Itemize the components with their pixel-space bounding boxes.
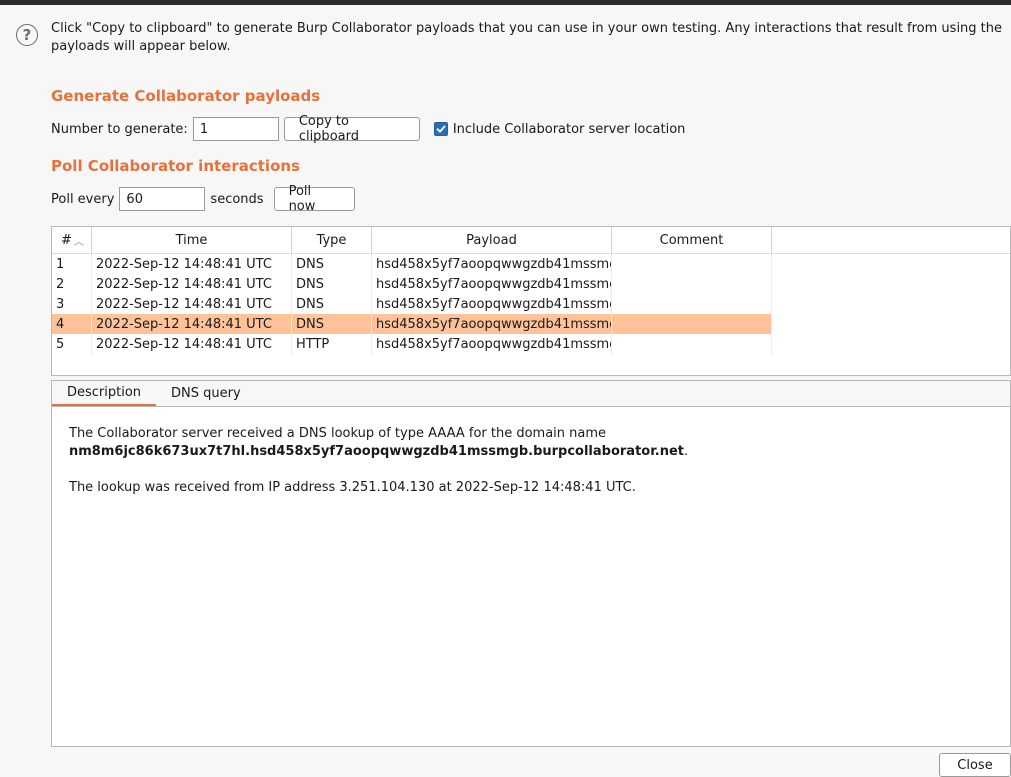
detail-tabs: Description DNS query: [51, 380, 1011, 407]
table-body: 1 2022-Sep-12 14:48:41 UTC DNS hsd458x5y…: [52, 254, 1010, 354]
cell-type: DNS: [292, 314, 372, 334]
cell-number: 2: [52, 274, 92, 294]
poll-row: Poll every 60 seconds Poll now: [51, 184, 355, 214]
number-to-generate-label: Number to generate:: [51, 121, 188, 137]
cell-comment[interactable]: [612, 274, 772, 294]
column-header-number-label: #: [61, 232, 72, 248]
cell-number: 3: [52, 294, 92, 314]
cell-payload: hsd458x5yf7aoopqwwgzdb41mssmgb: [372, 254, 612, 274]
description-line-1: The Collaborator server received a DNS l…: [69, 426, 607, 441]
interactions-table: # ︿ Time Type Payload Comment 1 2022-Sep…: [51, 226, 1011, 376]
column-header-payload[interactable]: Payload: [372, 227, 612, 253]
cell-comment[interactable]: [612, 254, 772, 274]
column-header-time[interactable]: Time: [92, 227, 292, 253]
window-top-bar: [0, 0, 1011, 5]
table-header: # ︿ Time Type Payload Comment: [52, 227, 1010, 254]
description-line-2: The lookup was received from IP address …: [69, 480, 636, 495]
cell-comment[interactable]: [612, 314, 772, 334]
checkmark-icon: [436, 125, 446, 133]
generate-heading: Generate Collaborator payloads: [51, 87, 321, 105]
cell-type: DNS: [292, 254, 372, 274]
cell-type: HTTP: [292, 334, 372, 354]
cell-payload: hsd458x5yf7aoopqwwgzdb41mssmgb: [372, 314, 612, 334]
cell-time: 2022-Sep-12 14:48:41 UTC: [92, 314, 292, 334]
column-header-comment[interactable]: Comment: [612, 227, 772, 253]
column-header-number[interactable]: # ︿: [52, 227, 92, 253]
cell-comment[interactable]: [612, 294, 772, 314]
poll-now-button[interactable]: Poll now: [273, 184, 355, 214]
cell-time: 2022-Sep-12 14:48:41 UTC: [92, 254, 292, 274]
table-row[interactable]: 4 2022-Sep-12 14:48:41 UTC DNS hsd458x5y…: [52, 314, 772, 334]
generate-row: Number to generate: 1 Copy to clipboard …: [51, 114, 686, 144]
cell-number: 1: [52, 254, 92, 274]
close-button[interactable]: Close: [939, 753, 1011, 777]
intro-text: Click "Copy to clipboard" to generate Bu…: [51, 21, 1003, 54]
cell-time: 2022-Sep-12 14:48:41 UTC: [92, 274, 292, 294]
cell-payload: hsd458x5yf7aoopqwwgzdb41mssmgb: [372, 334, 612, 354]
table-row[interactable]: 2 2022-Sep-12 14:48:41 UTC DNS hsd458x5y…: [52, 274, 772, 294]
sort-ascending-icon: ︿: [74, 237, 84, 248]
copy-to-clipboard-button[interactable]: Copy to clipboard: [283, 114, 420, 144]
table-row[interactable]: 1 2022-Sep-12 14:48:41 UTC DNS hsd458x5y…: [52, 254, 772, 274]
cell-time: 2022-Sep-12 14:48:41 UTC: [92, 294, 292, 314]
cell-type: DNS: [292, 294, 372, 314]
cell-number: 4: [52, 314, 92, 334]
cell-type: DNS: [292, 274, 372, 294]
table-row[interactable]: 3 2022-Sep-12 14:48:41 UTC DNS hsd458x5y…: [52, 294, 772, 314]
cell-time: 2022-Sep-12 14:48:41 UTC: [92, 334, 292, 354]
help-icon[interactable]: ?: [16, 24, 38, 46]
column-header-type[interactable]: Type: [292, 227, 372, 253]
include-location-label: Include Collaborator server location: [452, 121, 686, 137]
domain-suffix: .: [684, 444, 689, 459]
tab-dns-query[interactable]: DNS query: [156, 381, 256, 406]
poll-heading: Poll Collaborator interactions: [51, 157, 300, 175]
description-domain-line: nm8m6jc86k673ux7t7hl.hsd458x5yf7aoopqwwg…: [69, 443, 993, 461]
cell-payload: hsd458x5yf7aoopqwwgzdb41mssmgb: [372, 274, 612, 294]
cell-payload: hsd458x5yf7aoopqwwgzdb41mssmgb: [372, 294, 612, 314]
lookup-domain: nm8m6jc86k673ux7t7hl.hsd458x5yf7aoopqwwg…: [69, 444, 685, 459]
cell-number: 5: [52, 334, 92, 354]
column-header-filler: [772, 227, 1010, 253]
poll-every-label: Poll every: [51, 191, 115, 207]
include-location-checkbox[interactable]: [433, 122, 448, 136]
tab-description[interactable]: Description: [52, 381, 157, 406]
number-to-generate-input[interactable]: 1: [192, 117, 279, 141]
cell-comment[interactable]: [612, 334, 772, 354]
seconds-label: seconds: [210, 191, 264, 207]
poll-interval-input[interactable]: 60: [119, 187, 206, 211]
table-row[interactable]: 5 2022-Sep-12 14:48:41 UTC HTTP hsd458x5…: [52, 334, 772, 354]
description-panel: The Collaborator server received a DNS l…: [51, 407, 1011, 747]
